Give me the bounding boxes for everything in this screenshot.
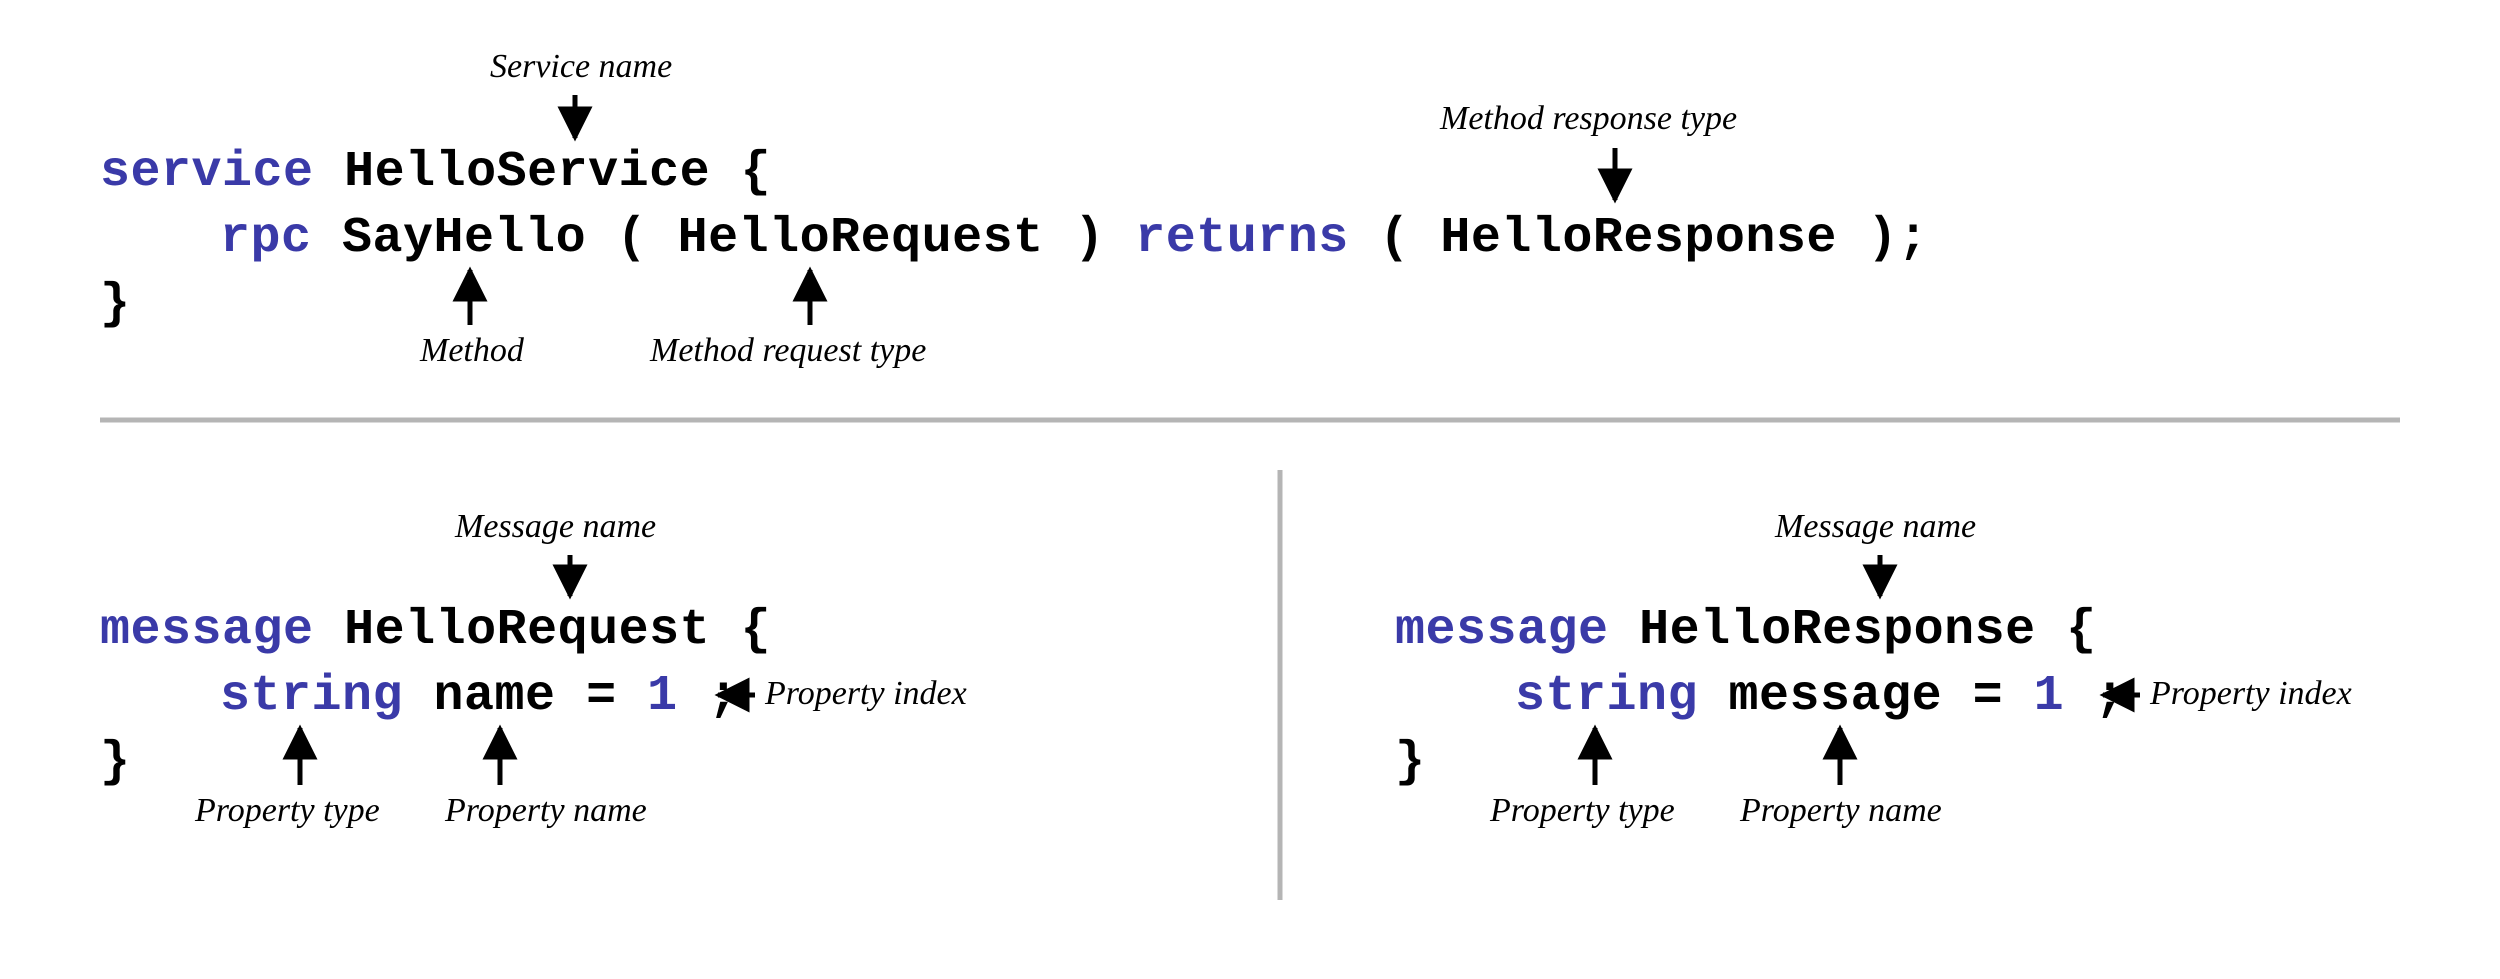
- keyword-message: message: [100, 602, 314, 659]
- semicolon: ;: [2095, 668, 2126, 725]
- label-property-index-req: Property index: [765, 675, 967, 713]
- label-message-name-req: Message name: [455, 508, 656, 546]
- code-line-service-decl: service HelloService {: [100, 144, 771, 201]
- label-property-name-req: Property name: [445, 792, 647, 830]
- property-type: string: [220, 668, 403, 725]
- keyword-rpc: rpc: [220, 210, 312, 267]
- method-name: SayHello: [342, 210, 586, 267]
- equals: =: [1973, 668, 2034, 725]
- label-property-index-res: Property index: [2150, 675, 2352, 713]
- paren-open: (: [617, 210, 648, 267]
- property-name: message: [1729, 668, 1943, 725]
- message-name: HelloResponse: [1639, 602, 2036, 659]
- code-line-msgreq-decl: message HelloRequest {: [100, 602, 771, 659]
- code-line-msgreq-close: }: [100, 734, 131, 791]
- request-type: HelloRequest: [678, 210, 1044, 267]
- label-method-request-type: Method request type: [650, 332, 926, 370]
- brace-open: {: [741, 602, 772, 659]
- property-index: 1: [647, 668, 678, 725]
- property-name: name: [434, 668, 556, 725]
- service-name: HelloService: [344, 144, 710, 201]
- paren-open: (: [1379, 210, 1410, 267]
- semicolon: ;: [708, 668, 739, 725]
- brace-close: }: [1395, 734, 1426, 791]
- label-service-name: Service name: [490, 48, 672, 86]
- message-name: HelloRequest: [344, 602, 710, 659]
- brace-close: }: [100, 276, 131, 333]
- response-type: HelloResponse: [1440, 210, 1837, 267]
- paren-close: ): [1074, 210, 1105, 267]
- keyword-service: service: [100, 144, 314, 201]
- property-type: string: [1515, 668, 1698, 725]
- label-method: Method: [420, 332, 524, 370]
- code-line-rpc: rpc SayHello ( HelloRequest ) returns ( …: [220, 210, 1928, 267]
- label-property-type-req: Property type: [195, 792, 380, 830]
- keyword-returns: returns: [1135, 210, 1349, 267]
- property-index: 1: [2034, 668, 2065, 725]
- label-property-type-res: Property type: [1490, 792, 1675, 830]
- code-line-msgres-decl: message HelloResponse {: [1395, 602, 2097, 659]
- label-property-name-res: Property name: [1740, 792, 1942, 830]
- equals: =: [586, 668, 647, 725]
- diagram-root: service HelloService { rpc SayHello ( He…: [0, 0, 2500, 979]
- keyword-message: message: [1395, 602, 1609, 659]
- code-line-service-close: }: [100, 276, 131, 333]
- brace-open: {: [2066, 602, 2097, 659]
- brace-close: }: [100, 734, 131, 791]
- label-method-response-type: Method response type: [1440, 100, 1737, 138]
- paren-close-semi: );: [1867, 210, 1928, 267]
- code-line-msgres-close: }: [1395, 734, 1426, 791]
- label-message-name-res: Message name: [1775, 508, 1976, 546]
- code-line-msgres-prop: string message = 1 ;: [1515, 668, 2125, 725]
- code-line-msgreq-prop: string name = 1 ;: [220, 668, 739, 725]
- brace-open: {: [741, 144, 772, 201]
